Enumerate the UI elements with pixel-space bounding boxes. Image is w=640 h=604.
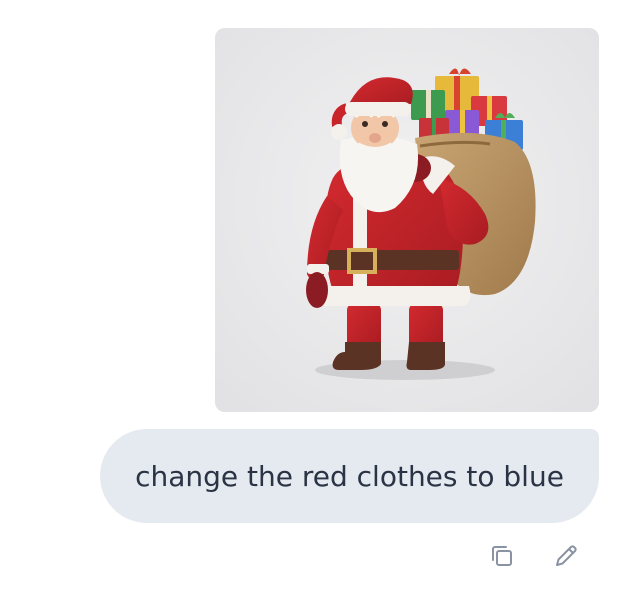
copy-button[interactable] xyxy=(486,540,518,572)
santa-image xyxy=(215,28,599,412)
user-message-bubble: change the red clothes to blue xyxy=(100,429,599,523)
edit-button[interactable] xyxy=(550,540,582,572)
message-text: change the red clothes to blue xyxy=(135,459,564,493)
image-attachment[interactable] xyxy=(215,28,599,412)
copy-icon xyxy=(492,546,512,566)
chat-thread: change the red clothes to blue xyxy=(0,0,640,604)
edit-pencil-icon xyxy=(556,545,577,566)
message-actions xyxy=(484,540,594,572)
